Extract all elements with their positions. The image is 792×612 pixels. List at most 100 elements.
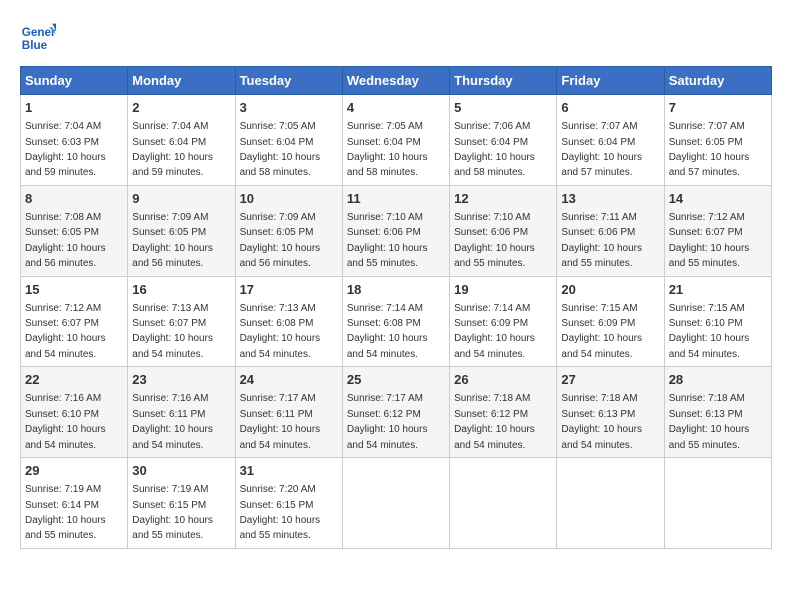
day-info: Sunrise: 7:09 AMSunset: 6:05 PMDaylight:… (240, 212, 321, 269)
day-info: Sunrise: 7:14 AMSunset: 6:09 PMDaylight:… (454, 303, 535, 360)
calendar-day-18: 18 Sunrise: 7:14 AMSunset: 6:08 PMDaylig… (342, 276, 449, 367)
logo: General Blue (20, 20, 56, 56)
day-info: Sunrise: 7:16 AMSunset: 6:10 PMDaylight:… (25, 393, 106, 450)
calendar-empty-cell (557, 458, 664, 549)
day-number: 4 (347, 99, 445, 117)
calendar-day-16: 16 Sunrise: 7:13 AMSunset: 6:07 PMDaylig… (128, 276, 235, 367)
day-info: Sunrise: 7:17 AMSunset: 6:12 PMDaylight:… (347, 393, 428, 450)
day-number: 3 (240, 99, 338, 117)
day-info: Sunrise: 7:11 AMSunset: 6:06 PMDaylight:… (561, 212, 642, 269)
day-info: Sunrise: 7:20 AMSunset: 6:15 PMDaylight:… (240, 484, 321, 541)
day-number: 2 (132, 99, 230, 117)
calendar-day-24: 24 Sunrise: 7:17 AMSunset: 6:11 PMDaylig… (235, 367, 342, 458)
day-number: 30 (132, 462, 230, 480)
day-info: Sunrise: 7:06 AMSunset: 6:04 PMDaylight:… (454, 121, 535, 178)
header-friday: Friday (557, 67, 664, 95)
day-info: Sunrise: 7:14 AMSunset: 6:08 PMDaylight:… (347, 303, 428, 360)
day-number: 7 (669, 99, 767, 117)
calendar-empty-cell (664, 458, 771, 549)
calendar-day-29: 29 Sunrise: 7:19 AMSunset: 6:14 PMDaylig… (21, 458, 128, 549)
day-info: Sunrise: 7:12 AMSunset: 6:07 PMDaylight:… (25, 303, 106, 360)
day-number: 9 (132, 190, 230, 208)
day-number: 11 (347, 190, 445, 208)
calendar-day-8: 8 Sunrise: 7:08 AMSunset: 6:05 PMDayligh… (21, 185, 128, 276)
day-number: 8 (25, 190, 123, 208)
calendar-empty-cell (342, 458, 449, 549)
day-info: Sunrise: 7:15 AMSunset: 6:09 PMDaylight:… (561, 303, 642, 360)
day-number: 29 (25, 462, 123, 480)
calendar-day-5: 5 Sunrise: 7:06 AMSunset: 6:04 PMDayligh… (450, 95, 557, 186)
day-number: 16 (132, 281, 230, 299)
calendar-day-12: 12 Sunrise: 7:10 AMSunset: 6:06 PMDaylig… (450, 185, 557, 276)
day-info: Sunrise: 7:13 AMSunset: 6:07 PMDaylight:… (132, 303, 213, 360)
day-number: 1 (25, 99, 123, 117)
calendar-day-21: 21 Sunrise: 7:15 AMSunset: 6:10 PMDaylig… (664, 276, 771, 367)
calendar-day-28: 28 Sunrise: 7:18 AMSunset: 6:13 PMDaylig… (664, 367, 771, 458)
day-number: 28 (669, 371, 767, 389)
calendar-day-11: 11 Sunrise: 7:10 AMSunset: 6:06 PMDaylig… (342, 185, 449, 276)
day-number: 26 (454, 371, 552, 389)
calendar-day-15: 15 Sunrise: 7:12 AMSunset: 6:07 PMDaylig… (21, 276, 128, 367)
calendar-day-9: 9 Sunrise: 7:09 AMSunset: 6:05 PMDayligh… (128, 185, 235, 276)
day-number: 19 (454, 281, 552, 299)
day-info: Sunrise: 7:18 AMSunset: 6:13 PMDaylight:… (669, 393, 750, 450)
day-info: Sunrise: 7:15 AMSunset: 6:10 PMDaylight:… (669, 303, 750, 360)
day-info: Sunrise: 7:10 AMSunset: 6:06 PMDaylight:… (347, 212, 428, 269)
day-number: 14 (669, 190, 767, 208)
calendar-day-2: 2 Sunrise: 7:04 AMSunset: 6:04 PMDayligh… (128, 95, 235, 186)
day-info: Sunrise: 7:19 AMSunset: 6:14 PMDaylight:… (25, 484, 106, 541)
day-info: Sunrise: 7:19 AMSunset: 6:15 PMDaylight:… (132, 484, 213, 541)
calendar-day-7: 7 Sunrise: 7:07 AMSunset: 6:05 PMDayligh… (664, 95, 771, 186)
calendar-week-4: 22 Sunrise: 7:16 AMSunset: 6:10 PMDaylig… (21, 367, 772, 458)
day-info: Sunrise: 7:07 AMSunset: 6:05 PMDaylight:… (669, 121, 750, 178)
calendar-day-22: 22 Sunrise: 7:16 AMSunset: 6:10 PMDaylig… (21, 367, 128, 458)
day-number: 10 (240, 190, 338, 208)
logo-icon: General Blue (20, 20, 56, 56)
calendar-week-2: 8 Sunrise: 7:08 AMSunset: 6:05 PMDayligh… (21, 185, 772, 276)
day-info: Sunrise: 7:08 AMSunset: 6:05 PMDaylight:… (25, 212, 106, 269)
day-info: Sunrise: 7:17 AMSunset: 6:11 PMDaylight:… (240, 393, 321, 450)
calendar-day-17: 17 Sunrise: 7:13 AMSunset: 6:08 PMDaylig… (235, 276, 342, 367)
calendar-day-20: 20 Sunrise: 7:15 AMSunset: 6:09 PMDaylig… (557, 276, 664, 367)
calendar-day-26: 26 Sunrise: 7:18 AMSunset: 6:12 PMDaylig… (450, 367, 557, 458)
day-number: 27 (561, 371, 659, 389)
calendar-day-19: 19 Sunrise: 7:14 AMSunset: 6:09 PMDaylig… (450, 276, 557, 367)
day-info: Sunrise: 7:07 AMSunset: 6:04 PMDaylight:… (561, 121, 642, 178)
header-monday: Monday (128, 67, 235, 95)
day-number: 13 (561, 190, 659, 208)
day-number: 12 (454, 190, 552, 208)
day-number: 15 (25, 281, 123, 299)
day-info: Sunrise: 7:10 AMSunset: 6:06 PMDaylight:… (454, 212, 535, 269)
header-thursday: Thursday (450, 67, 557, 95)
day-info: Sunrise: 7:04 AMSunset: 6:04 PMDaylight:… (132, 121, 213, 178)
calendar-day-3: 3 Sunrise: 7:05 AMSunset: 6:04 PMDayligh… (235, 95, 342, 186)
calendar-day-13: 13 Sunrise: 7:11 AMSunset: 6:06 PMDaylig… (557, 185, 664, 276)
day-number: 24 (240, 371, 338, 389)
day-number: 21 (669, 281, 767, 299)
day-number: 17 (240, 281, 338, 299)
day-info: Sunrise: 7:12 AMSunset: 6:07 PMDaylight:… (669, 212, 750, 269)
calendar-day-6: 6 Sunrise: 7:07 AMSunset: 6:04 PMDayligh… (557, 95, 664, 186)
day-number: 5 (454, 99, 552, 117)
calendar-day-27: 27 Sunrise: 7:18 AMSunset: 6:13 PMDaylig… (557, 367, 664, 458)
day-info: Sunrise: 7:18 AMSunset: 6:13 PMDaylight:… (561, 393, 642, 450)
header: General Blue (20, 20, 772, 56)
day-info: Sunrise: 7:13 AMSunset: 6:08 PMDaylight:… (240, 303, 321, 360)
calendar-day-23: 23 Sunrise: 7:16 AMSunset: 6:11 PMDaylig… (128, 367, 235, 458)
calendar-day-1: 1 Sunrise: 7:04 AMSunset: 6:03 PMDayligh… (21, 95, 128, 186)
header-tuesday: Tuesday (235, 67, 342, 95)
calendar-day-30: 30 Sunrise: 7:19 AMSunset: 6:15 PMDaylig… (128, 458, 235, 549)
day-number: 20 (561, 281, 659, 299)
day-number: 25 (347, 371, 445, 389)
calendar-week-3: 15 Sunrise: 7:12 AMSunset: 6:07 PMDaylig… (21, 276, 772, 367)
calendar-day-31: 31 Sunrise: 7:20 AMSunset: 6:15 PMDaylig… (235, 458, 342, 549)
calendar-table: SundayMondayTuesdayWednesdayThursdayFrid… (20, 66, 772, 549)
header-sunday: Sunday (21, 67, 128, 95)
day-number: 31 (240, 462, 338, 480)
day-info: Sunrise: 7:18 AMSunset: 6:12 PMDaylight:… (454, 393, 535, 450)
day-info: Sunrise: 7:05 AMSunset: 6:04 PMDaylight:… (240, 121, 321, 178)
calendar-day-10: 10 Sunrise: 7:09 AMSunset: 6:05 PMDaylig… (235, 185, 342, 276)
calendar-day-4: 4 Sunrise: 7:05 AMSunset: 6:04 PMDayligh… (342, 95, 449, 186)
calendar-day-14: 14 Sunrise: 7:12 AMSunset: 6:07 PMDaylig… (664, 185, 771, 276)
day-number: 18 (347, 281, 445, 299)
